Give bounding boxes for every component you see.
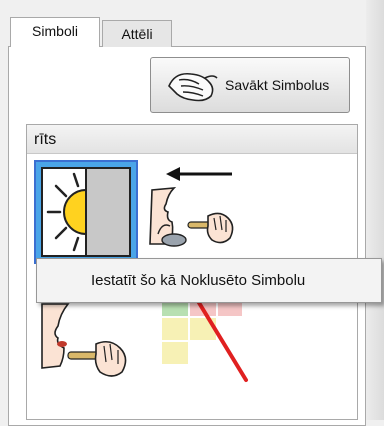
menu-item-set-default-symbol[interactable]: Iestatīt šo kā Noklusēto Simbolu (91, 272, 305, 289)
symbol-tile-crossed[interactable] (150, 286, 250, 388)
capture-symbols-label: Savākt Simbolus (225, 77, 330, 93)
tab-images[interactable]: Attēli (102, 20, 172, 47)
person-brushing-teeth-icon (41, 303, 127, 377)
window-edge (366, 0, 384, 420)
symbol-group-header (27, 125, 357, 154)
hand-capture-icon (168, 72, 218, 102)
crossed-out-squares-icon (162, 286, 248, 382)
symbol-tile-selected[interactable] (34, 160, 138, 264)
tab-images-label: Attēli (121, 26, 153, 42)
tab-symbols-label: Simboli (32, 23, 78, 39)
capture-symbols-button[interactable]: Savākt Simbolus (150, 57, 350, 113)
person-toothbrush-icon (149, 167, 234, 247)
tab-symbols[interactable]: Simboli (10, 17, 100, 47)
menu-item-label: Iestatīt šo kā Noklusēto Simbolu (91, 272, 306, 289)
symbol-tile-brushing[interactable] (38, 300, 138, 400)
symbol-group-title: rīts (34, 131, 57, 148)
sunrise-icon (41, 167, 131, 257)
context-menu: Iestatīt šo kā Noklusēto Simbolu (36, 258, 382, 303)
symbol-tile-toothbrush[interactable] (144, 160, 254, 260)
